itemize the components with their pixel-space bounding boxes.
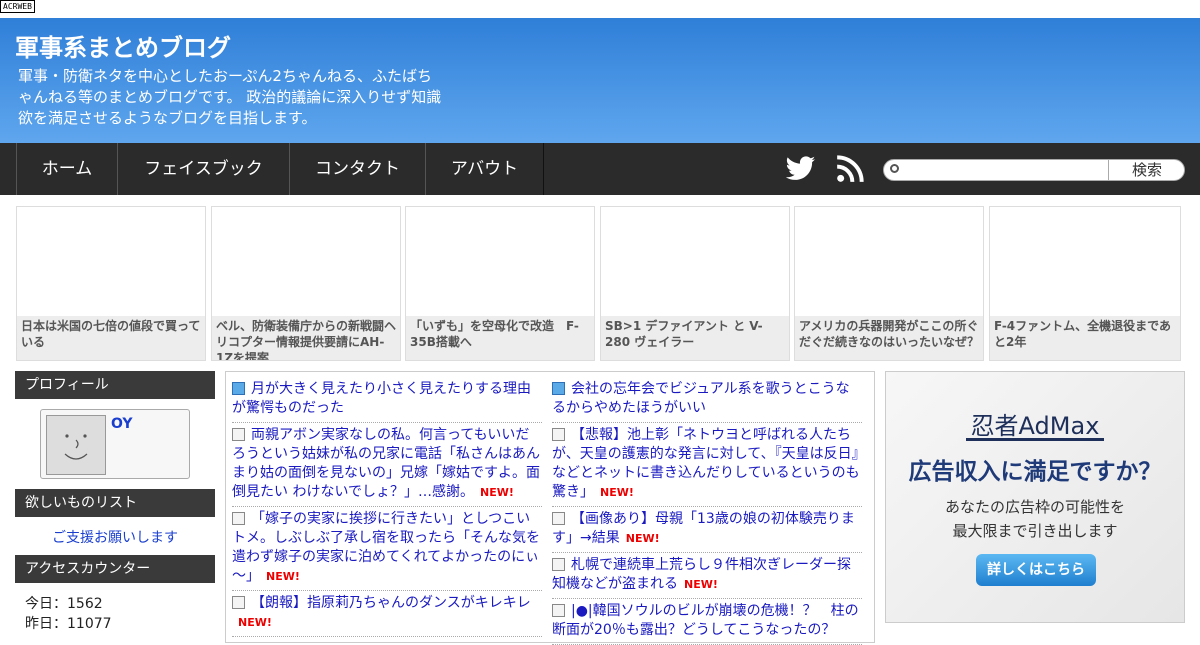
wishlist-heading: 欲しいものリスト [15,489,215,517]
site-badge[interactable]: ACRWEB [0,0,35,13]
list-item[interactable]: 両親アボン実家なしの私。何言ってもいいだろうという姑妹が私の兄家に電話「私さんは… [232,423,542,507]
list-item[interactable]: |●|韓国ソウルのビルが崩壊の危機！？ 柱の断面が20％も露出？どうしてこうなっ… [552,599,862,645]
card-caption: ベル、防衛装備庁からの新戦闘ヘリコプター情報提供要請にAH-1Zを提案 [212,316,400,360]
rss-icon[interactable] [836,155,864,183]
profile-card: OY [40,409,190,479]
document-icon [552,558,565,571]
article-title[interactable]: 【画像あり】母親「13歳の娘の初体験売ります」→結果 [552,511,855,546]
site-title[interactable]: 軍事系まとめブログ [15,28,231,63]
ad-logo-underline [966,438,1104,441]
card-caption: 「いずも」を空母化で改造 F-35B搭載へ [406,316,594,360]
ad-headline: 広告収入に満足ですか？ [908,459,1162,485]
ad-subtext-1: あなたの広告枠の可能性を [944,498,1125,516]
featured-card[interactable]: ベル、防衛装備庁からの新戦闘ヘリコプター情報提供要請にAH-1Zを提案 [211,206,401,361]
nav-home[interactable]: ホーム [16,143,118,195]
list-item[interactable]: 【朗報】指原莉乃ちゃんのダンスがキレキレ NEW! [232,591,542,637]
featured-card[interactable]: 「いずも」を空母化で改造 F-35B搭載へ [405,206,595,361]
search-input[interactable] [906,162,1110,178]
article-title[interactable]: 【朗報】指原莉乃ちゃんのダンスがキレキレ [251,595,531,611]
new-badge: NEW! [625,532,660,545]
document-icon [232,512,245,525]
featured-card[interactable]: SB>1 デファイアント と V-280 ヴェイラー [600,206,790,361]
nav-bar: ホーム フェイスブック コンタクト アバウト 検索 [0,143,1200,195]
today-count: 今日：1562 [25,596,103,612]
new-badge: NEW! [600,486,634,499]
list-item[interactable]: 会社の忘年会でビジュアル系を歌うとこうなるからやめたほうがいい [552,377,862,423]
profile-name[interactable]: OY [111,416,133,432]
list-item[interactable]: 【悲報】池上彰「ネトウヨと呼ばれる人たちが、天皇の護憲的な発言に対して、『天皇は… [552,423,862,507]
ad-banner[interactable]: 忍者AdMax 広告収入に満足ですか？ あなたの広告枠の可能性を 最大限まで引き… [885,371,1185,623]
document-icon [552,428,565,441]
wishlist-link[interactable]: ご支援お願いします [15,527,215,547]
featured-card[interactable]: 日本は米国の七倍の値段で買っている [16,206,206,361]
list-item[interactable]: 【画像あり】母親「13歳の娘の初体験売ります」→結果 NEW! [552,507,862,553]
search-box: 検索 [883,159,1185,181]
article-title[interactable]: 【悲報】池上彰「ネトウヨと呼ばれる人たちが、天皇の護憲的な発言に対して、『天皇は… [552,427,860,500]
ad-logo: 忍者AdMax [970,412,1100,440]
search-button[interactable]: 検索 [1108,160,1185,180]
card-caption: アメリカの兵器開発がここの所ぐだぐだ続きなのはいったいなぜ？ [795,316,983,360]
card-caption: F-4ファントム、全機退役まであと2年 [990,316,1180,360]
site-description: 軍事・防衛ネタを中心としたおーぷん2ちゃんねる、ふたばちゃんねる等のまとめブログ… [18,67,442,127]
article-title[interactable]: 月が大きく見えたり小さく見えたりする理由が驚愕ものだった [232,381,531,416]
card-caption: 日本は米国の七倍の値段で買っている [17,316,205,360]
article-list: 月が大きく見えたり小さく見えたりする理由が驚愕ものだった 両親アボン実家なしの私… [225,371,875,645]
new-badge: NEW! [684,578,718,591]
list-item[interactable]: 札幌で連続車上荒らし９件相次ぎレーダー探知機などが盗まれる NEW! [552,553,862,599]
yesterday-count: 昨日：11077 [25,616,112,632]
face-icon [64,434,88,460]
nav-facebook[interactable]: フェイスブック [117,143,290,195]
article-column-right: 会社の忘年会でビジュアル系を歌うとこうなるからやめたほうがいい 【悲報】池上彰「… [552,377,862,645]
search-icon [890,164,899,173]
nav-contact[interactable]: コンタクト [289,143,426,195]
counter-heading: アクセスカウンター [15,555,215,583]
document-icon [552,604,565,617]
list-item[interactable]: 月が大きく見えたり小さく見えたりする理由が驚愕ものだった [232,377,542,423]
card-caption: SB>1 デファイアント と V-280 ヴェイラー [601,316,789,360]
new-badge: NEW! [266,570,300,583]
document-icon [232,596,245,609]
document-icon [552,512,565,525]
nav-about[interactable]: アバウト [425,143,544,195]
picture-icon [552,382,565,395]
new-badge: NEW! [238,616,272,629]
featured-card[interactable]: アメリカの兵器開発がここの所ぐだぐだ続きなのはいったいなぜ？ [794,206,984,361]
article-title[interactable]: 会社の忘年会でビジュアル系を歌うとこうなるからやめたほうがいい [552,381,850,416]
featured-card[interactable]: F-4ファントム、全機退役まであと2年 [989,206,1181,361]
list-item[interactable]: 「嫁子の実家に挨拶に行きたい」としつこいトメ。しぶしぶ了承し宿を取ったら「そんな… [232,507,542,591]
ad-subtext-2: 最大限まで引き出します [952,522,1118,540]
ad-details-button[interactable]: 詳しくはこちら [976,554,1096,586]
avatar[interactable] [46,415,106,475]
article-title[interactable]: |●|韓国ソウルのビルが崩壊の危機！？ 柱の断面が20％も露出？どうしてこうなっ… [552,603,859,638]
site-header: 軍事系まとめブログ 軍事・防衛ネタを中心としたおーぷん2ちゃんねる、ふたばちゃん… [0,18,1200,143]
twitter-icon[interactable] [784,153,817,185]
article-column-left: 月が大きく見えたり小さく見えたりする理由が驚愕ものだった 両親アボン実家なしの私… [232,377,542,637]
document-icon [232,428,245,441]
profile-heading: プロフィール [15,371,215,399]
new-badge: NEW! [480,486,514,499]
picture-icon [232,382,245,395]
